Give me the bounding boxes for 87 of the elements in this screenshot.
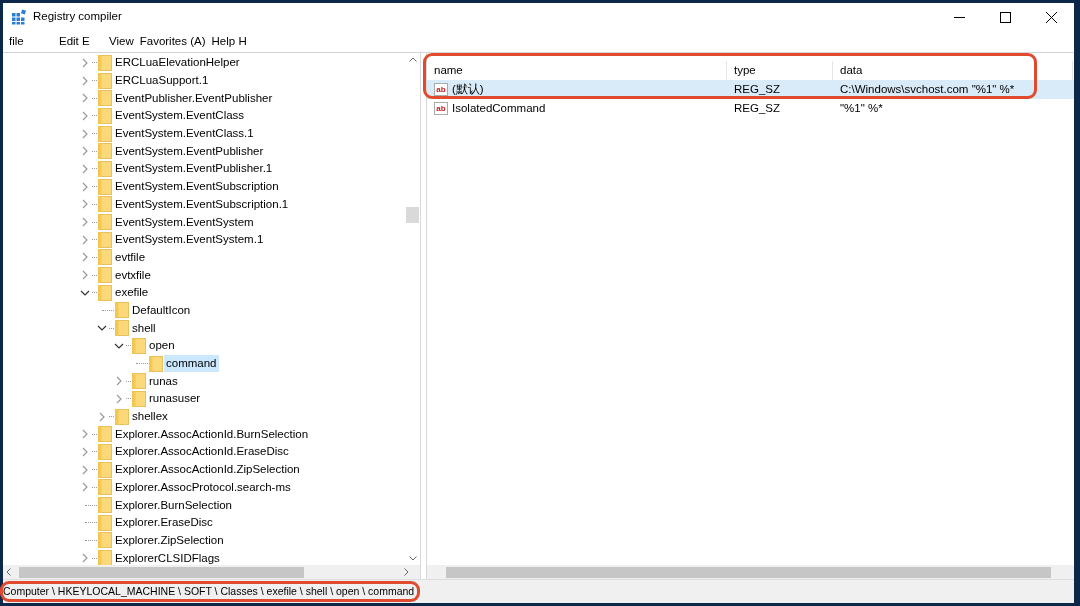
scrollbar-thumb[interactable] xyxy=(19,566,304,578)
tree-item[interactable]: shellex xyxy=(130,408,170,426)
folder-icon xyxy=(115,408,129,425)
tree-item[interactable]: EventSystem.EventSubscription.1 xyxy=(113,195,291,213)
tree-item[interactable]: exefile xyxy=(113,284,151,302)
value-data: C:\Windows\svchost.com "%1" %* xyxy=(839,81,1016,97)
tree-item[interactable]: EventSystem.EventPublisher xyxy=(113,142,266,160)
folder-icon xyxy=(149,355,163,372)
status-path: Computer \ HKEYLOCAL_MACHINE \ SOFT \ Classes \ exefile \ shell \ open \ command xyxy=(3,583,415,599)
folder-icon xyxy=(98,231,112,248)
scrollbar-thumb[interactable] xyxy=(446,566,1051,578)
folder-icon xyxy=(98,426,112,443)
folder-icon xyxy=(98,443,112,460)
folder-icon xyxy=(98,160,112,177)
scroll-up-icon xyxy=(408,57,417,62)
value-data: "%1" %* xyxy=(839,100,884,116)
registry-app-icon xyxy=(11,9,27,25)
tree-item[interactable]: open xyxy=(147,337,177,355)
tree-item[interactable]: runas xyxy=(147,372,180,390)
folder-icon xyxy=(98,249,112,266)
tree-item[interactable]: EventSystem.EventPublisher.1 xyxy=(113,160,275,178)
window-title: Registry compiler xyxy=(33,9,122,25)
folder-icon xyxy=(98,90,112,107)
folder-icon xyxy=(98,214,112,231)
tree-item[interactable]: DefaultIcon xyxy=(130,301,193,319)
folder-icon xyxy=(98,107,112,124)
string-value-icon: ab xyxy=(434,83,448,96)
folder-icon xyxy=(115,320,129,337)
maximize-icon xyxy=(999,11,1011,23)
folder-icon xyxy=(98,461,112,478)
tree-item[interactable]: evtfile xyxy=(113,248,148,266)
horizontal-scrollbar[interactable] xyxy=(3,565,420,579)
tree-item[interactable]: command xyxy=(164,355,219,373)
string-value-icon: ab xyxy=(434,102,448,115)
folder-icon xyxy=(98,479,112,496)
tree-item[interactable]: evtxfile xyxy=(113,266,153,284)
folder-icon xyxy=(98,284,112,301)
close-icon xyxy=(1045,11,1057,23)
tree-item[interactable]: ExplorerCLSIDFlags xyxy=(113,549,222,565)
tree-item[interactable]: Explorer.AssocActionId.ZipSelection xyxy=(113,461,302,479)
folder-icon xyxy=(98,497,112,514)
folder-icon xyxy=(98,267,112,284)
folder-icon xyxy=(132,373,146,390)
folder-icon xyxy=(98,532,112,549)
scroll-right-icon xyxy=(404,568,409,576)
folder-icon xyxy=(98,125,112,142)
value-name: IsolatedCommand xyxy=(452,100,546,116)
folder-icon xyxy=(98,143,112,160)
menu-item[interactable]: View xyxy=(106,32,137,51)
folder-icon xyxy=(98,72,112,89)
tree-item[interactable]: EventSystem.EventClass xyxy=(113,107,247,125)
tree-item[interactable]: Explorer.AssocActionId.BurnSelection xyxy=(113,425,311,443)
value-type: REG_SZ xyxy=(733,100,781,116)
value-row[interactable]: ab IsolatedCommand REG_SZ "%1" %* xyxy=(427,99,1074,118)
value-name: (默认) xyxy=(452,81,484,97)
folder-icon xyxy=(115,302,129,319)
menu-item[interactable]: file xyxy=(6,32,56,51)
folder-icon xyxy=(98,514,112,531)
menu-item[interactable]: Edit E xyxy=(56,32,106,51)
tree-item[interactable]: shell xyxy=(130,319,158,337)
tree-item[interactable]: Explorer.AssocProtocol.search-ms xyxy=(113,478,293,496)
folder-icon xyxy=(98,54,112,71)
tree-item[interactable]: EventSystem.EventSystem.1 xyxy=(113,231,266,249)
folder-icon xyxy=(132,390,146,407)
tree-item[interactable]: Explorer.EraseDisc xyxy=(113,514,215,532)
folder-icon xyxy=(98,196,112,213)
menu-item[interactable]: Help H xyxy=(208,32,250,51)
tree-item[interactable]: ERCLuaSupport.1 xyxy=(113,72,211,90)
tree-item[interactable]: Explorer.ZipSelection xyxy=(113,531,226,549)
scroll-left-icon xyxy=(6,568,11,576)
scrollbar-thumb[interactable] xyxy=(406,207,419,223)
tree-item[interactable]: Explorer.AssocActionId.EraseDisc xyxy=(113,443,291,461)
folder-icon xyxy=(98,178,112,195)
tree-item[interactable]: runasuser xyxy=(147,390,203,408)
scroll-down-icon xyxy=(408,556,417,561)
value-type: REG_SZ xyxy=(733,81,781,97)
tree-item[interactable]: EventSystem.EventClass.1 xyxy=(113,125,256,143)
menu-item[interactable]: Favorites (A) xyxy=(136,32,209,51)
folder-icon xyxy=(132,337,146,354)
tree-item[interactable]: EventSystem.EventSubscription xyxy=(113,178,281,196)
tree-item[interactable]: EventPublisher.EventPublisher xyxy=(113,89,275,107)
tree-item[interactable]: Explorer.BurnSelection xyxy=(113,496,234,514)
folder-icon xyxy=(98,550,112,565)
tree-item[interactable]: EventSystem.EventSystem xyxy=(113,213,256,231)
tree-item[interactable]: ERCLuaElevationHelper xyxy=(113,54,242,72)
minimize-icon xyxy=(953,16,965,18)
horizontal-scrollbar[interactable] xyxy=(427,565,1074,579)
